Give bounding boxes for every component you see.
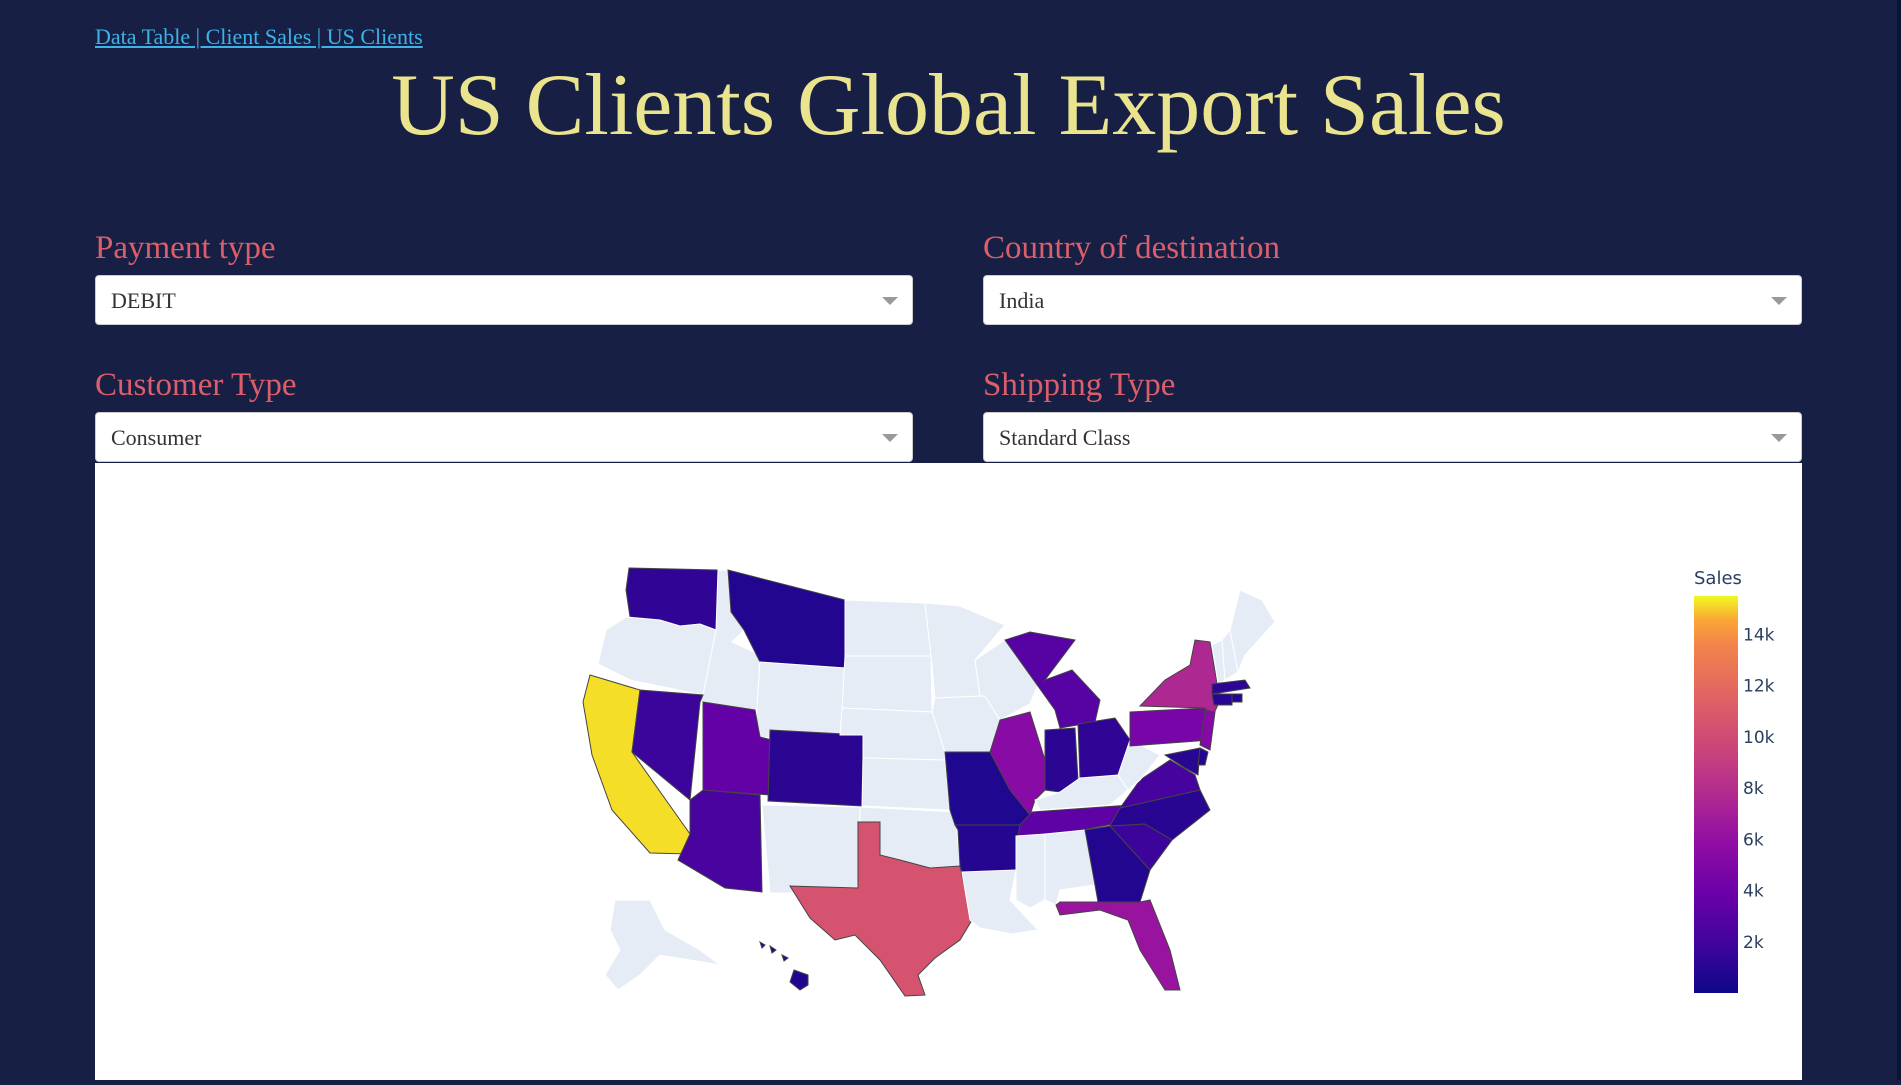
colorbar: Sales 2k 4k 6k 8k 10k 12k 14k	[1694, 568, 1775, 993]
country-dropdown[interactable]: India	[983, 275, 1802, 325]
payment-type-value: DEBIT	[111, 288, 176, 313]
colorbar-tick-label: 12k	[1743, 677, 1775, 697]
colorbar-tick-label: 2k	[1743, 933, 1764, 953]
nav-links[interactable]: Data Table | Client Sales | US Clients	[95, 24, 423, 50]
colorbar-tick-label: 6k	[1743, 830, 1764, 850]
state-ny[interactable]	[1138, 639, 1221, 720]
map-panel[interactable]: Sales 2k 4k 6k 8k 10k 12k 14k	[95, 463, 1802, 1080]
state-nm[interactable]	[761, 804, 861, 894]
state-ak[interactable]	[604, 899, 721, 991]
colorbar-tick-label: 8k	[1743, 779, 1764, 799]
payment-type-dropdown[interactable]: DEBIT	[95, 275, 913, 325]
colorbar-title: Sales	[1694, 568, 1742, 589]
state-pa[interactable]	[1129, 707, 1211, 747]
chevron-down-icon	[1771, 434, 1787, 442]
state-ct[interactable]	[1211, 693, 1233, 706]
state-de[interactable]	[1197, 747, 1209, 766]
state-hi-island-3[interactable]	[781, 954, 789, 962]
chevron-down-icon	[1771, 297, 1787, 305]
state-az[interactable]	[677, 789, 763, 893]
chevron-down-icon	[882, 434, 898, 442]
state-wy[interactable]	[754, 661, 846, 743]
state-nd[interactable]	[844, 599, 932, 657]
us-sales-map[interactable]: Sales 2k 4k 6k 8k 10k 12k 14k	[95, 463, 1802, 1080]
state-fl[interactable]	[1055, 899, 1181, 991]
colorbar-tick-label: 14k	[1743, 625, 1775, 645]
colorbar-tick-label: 10k	[1743, 728, 1775, 748]
colorbar-tick-label: 4k	[1743, 882, 1764, 902]
colorbar-gradient	[1694, 596, 1738, 993]
country-value: India	[999, 288, 1045, 313]
state-hi-island-1[interactable]	[769, 944, 777, 954]
shipping-type-dropdown[interactable]: Standard Class	[983, 412, 1802, 462]
payment-type-label: Payment type	[95, 230, 276, 266]
state-hi[interactable]	[789, 969, 809, 991]
state-hi-island-2[interactable]	[759, 940, 766, 949]
state-sd[interactable]	[841, 655, 933, 713]
country-label: Country of destination	[983, 230, 1280, 266]
shipping-type-label: Shipping Type	[983, 367, 1176, 403]
chevron-down-icon	[882, 297, 898, 305]
page-title: US Clients Global Export Sales	[391, 57, 1506, 154]
state-ks[interactable]	[861, 757, 951, 811]
customer-type-dropdown[interactable]: Consumer	[95, 412, 913, 462]
states-layer	[582, 567, 1276, 997]
scrollbar[interactable]	[1897, 0, 1901, 1080]
state-ms[interactable]	[1015, 833, 1046, 909]
state-ar[interactable]	[954, 824, 1021, 873]
state-me[interactable]	[1229, 589, 1276, 674]
shipping-type-value: Standard Class	[999, 425, 1131, 450]
customer-type-value: Consumer	[111, 425, 202, 450]
state-co[interactable]	[767, 729, 864, 807]
customer-type-label: Customer Type	[95, 367, 297, 403]
state-ri[interactable]	[1231, 693, 1243, 703]
